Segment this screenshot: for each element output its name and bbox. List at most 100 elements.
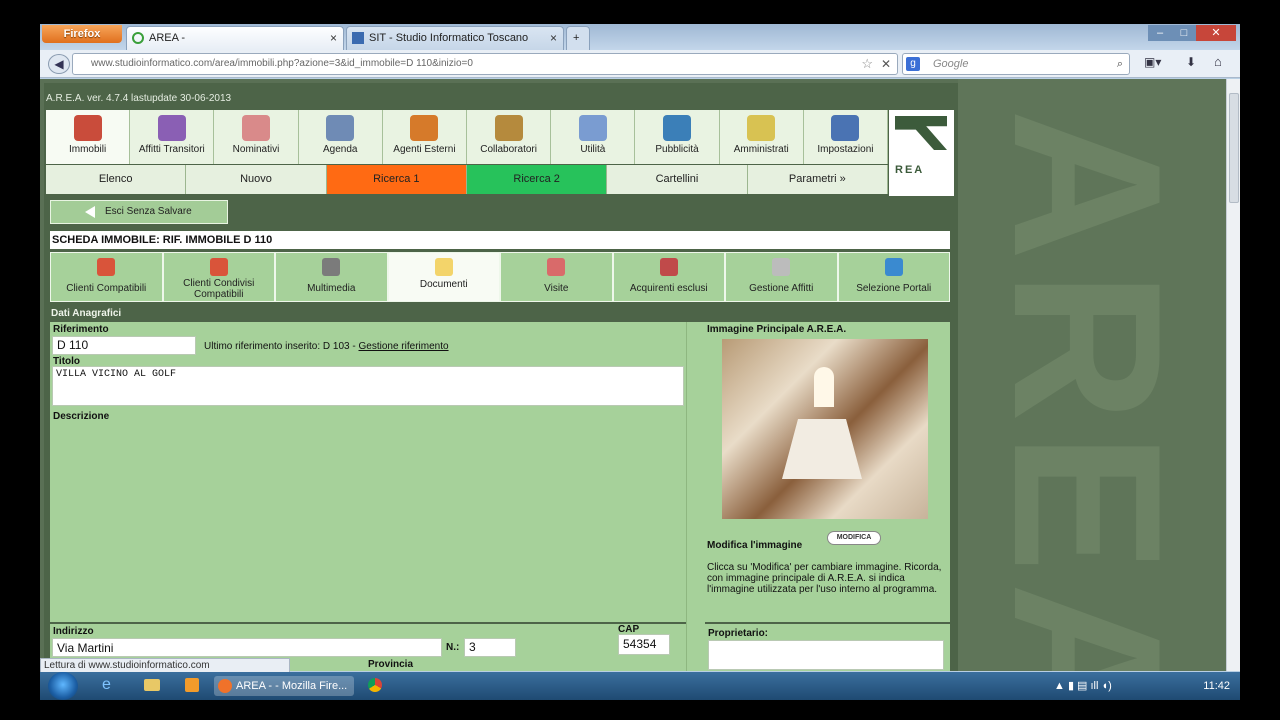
web-content: AREA A.R.E.A. ver. 4.7.4 lastupdate 30-0…	[40, 79, 1226, 671]
menu-utilit--icon	[578, 115, 607, 141]
firefox-menu-button[interactable]: Firefox	[42, 25, 122, 43]
loading-icon	[132, 32, 144, 44]
riferimento-label: Riferimento	[53, 324, 109, 335]
firefox-icon	[218, 679, 232, 693]
subnav-ricerca-2[interactable]: Ricerca 2	[466, 165, 608, 194]
menu-nominativi-icon	[242, 115, 270, 141]
sit-favicon-icon	[352, 32, 364, 44]
menu-item-agenti-esterni[interactable]: Agenti Esterni	[383, 110, 468, 164]
subnav-nuovo[interactable]: Nuovo	[186, 165, 327, 194]
search-icon[interactable]: ⌕	[1117, 54, 1123, 74]
home-icon[interactable]: ⌂	[1214, 54, 1222, 69]
menu-item-immobili[interactable]: Immobili	[46, 110, 131, 164]
menu-item-pubblicit-[interactable]: Pubblicità	[635, 110, 720, 164]
menu-item-utilit-[interactable]: Utilità	[551, 110, 636, 164]
bookmark-star-icon[interactable]: ☆	[861, 54, 873, 74]
minimize-icon[interactable]: –	[1148, 25, 1172, 41]
close-window-icon[interactable]: ✕	[1196, 25, 1236, 41]
tool-clienti-compatibili[interactable]: Clienti Compatibili	[50, 252, 163, 302]
close-tab-icon[interactable]: ×	[330, 27, 337, 49]
menu-item-label: Immobili	[68, 144, 107, 155]
menu-item-nominativi[interactable]: Nominativi	[214, 110, 299, 164]
menu-item-affitti-transitori[interactable]: Affitti Transitori	[130, 110, 215, 164]
maximize-icon[interactable]: □	[1172, 25, 1196, 41]
media-player-icon[interactable]	[185, 678, 199, 692]
tool-multimedia[interactable]: Multimedia	[275, 252, 388, 302]
tool-visite-icon	[547, 258, 566, 276]
tool-selezione-portali[interactable]: Selezione Portali	[837, 252, 950, 302]
main-menu: Immobili Affitti Transitori Nominativi Agen…	[46, 110, 889, 164]
download-icon[interactable]: ⬇	[1186, 55, 1196, 69]
riferimento-input[interactable]: D 110	[52, 336, 196, 355]
tab-bar: Firefox AREA - × SIT - Studio Informatic…	[40, 24, 1240, 50]
numero-input[interactable]: 3	[464, 638, 516, 657]
indirizzo-input[interactable]: Via Martini	[52, 638, 442, 657]
page-scrollbar[interactable]	[1226, 79, 1240, 671]
subnav-ricerca-1[interactable]: Ricerca 1	[326, 165, 467, 194]
tool-clienti-compatibili-icon	[97, 258, 116, 276]
tray-icons[interactable]: ▲ ▮ ▤ ıll ◖)	[1054, 672, 1112, 700]
status-bar: Lettura di www.studioinformatico.com	[40, 658, 290, 673]
url-text: www.studioinformatico.com/area/immobili.…	[91, 58, 473, 69]
browser-window: Firefox AREA - × SIT - Studio Informatic…	[40, 24, 1240, 700]
tool-acquirenti-esclusi[interactable]: Acquirenti esclusi	[612, 252, 725, 302]
tool-visite[interactable]: Visite	[500, 252, 613, 302]
form-area: Dati Anagrafici Riferimento D 110 Ultimo…	[50, 305, 950, 671]
menu-collaboratori-icon	[494, 115, 523, 141]
background-watermark: AREA	[958, 79, 1226, 671]
tool-documenti[interactable]: Documenti	[387, 252, 500, 302]
cap-input[interactable]: 54354	[618, 634, 670, 655]
new-tab-button[interactable]: +	[566, 26, 590, 50]
gestione-riferimento-link[interactable]: Gestione riferimento	[359, 341, 449, 352]
proprietario-input[interactable]	[708, 640, 944, 670]
panel-separator	[686, 322, 705, 671]
sub-navigation: Elenco Nuovo Ricerca 1 Ricerca 2 Cartellini P…	[46, 165, 888, 194]
tool-clienti-condivisi-compatibili[interactable]: Clienti Condivisi Compatibili	[162, 252, 275, 302]
bookmarks-icon[interactable]: ▣▾	[1144, 55, 1161, 69]
subnav-parametri[interactable]: Parametri »	[747, 165, 888, 194]
explorer-icon[interactable]	[144, 679, 160, 691]
scheda-title: SCHEDA IMMOBILE: RIF. IMMOBILE D 110	[50, 231, 950, 249]
back-icon[interactable]: ◀	[48, 54, 70, 74]
search-placeholder: Google	[933, 58, 969, 70]
subnav-cartellini[interactable]: Cartellini	[607, 165, 748, 194]
menu-item-agenda[interactable]: Agenda	[299, 110, 383, 164]
close-tab-icon[interactable]: ×	[550, 27, 557, 49]
taskbar-window-title: AREA - - Mozilla Fire...	[236, 680, 348, 692]
menu-item-amministrati[interactable]: Amministrati	[720, 110, 804, 164]
image-help-text: Clicca su 'Modifica' per cambiare immagi…	[707, 562, 942, 595]
ultimo-riferimento: Ultimo riferimento inserito: D 103 - Ges…	[204, 341, 449, 352]
descrizione-label: Descrizione	[53, 411, 110, 422]
image-title: Immagine Principale A.R.E.A.	[707, 324, 847, 335]
indirizzo-label: Indirizzo	[53, 626, 94, 637]
menu-item-label: Pubblicità	[655, 144, 699, 155]
provincia-label: Provincia	[368, 659, 414, 670]
window-controls: – □ ✕	[1148, 25, 1236, 43]
url-bar[interactable]: www.studioinformatico.com/area/immobili.…	[72, 53, 898, 75]
menu-agenda-icon	[326, 115, 355, 141]
ie-icon[interactable]: e	[102, 676, 111, 694]
stop-icon[interactable]: ✕	[881, 54, 891, 74]
start-button[interactable]	[48, 672, 78, 700]
tool-label: Acquirenti esclusi	[629, 283, 708, 294]
tool-acquirenti-esclusi-icon	[659, 258, 678, 276]
exit-button-label: Esci Senza Salvare	[105, 206, 192, 217]
subnav-elenco[interactable]: Elenco	[46, 165, 187, 194]
menu-item-collaboratori[interactable]: Collaboratori	[467, 110, 552, 164]
staircase-shape	[782, 419, 862, 479]
tab-sit[interactable]: SIT - Studio Informatico Toscano ×	[346, 26, 564, 50]
chrome-icon[interactable]	[368, 678, 382, 692]
tab-area[interactable]: AREA - ×	[126, 26, 344, 50]
tool-selezione-portali-icon	[884, 258, 903, 276]
menu-pubblicit--icon	[663, 115, 692, 141]
titolo-textarea[interactable]: VILLA VICINO AL GOLF	[52, 366, 684, 406]
scheda-toolbar: Clienti Compatibili Clienti Condivisi Com…	[50, 252, 950, 302]
modifica-button[interactable]: MODIFICA	[827, 531, 881, 545]
tool-label: Clienti Condivisi Compatibili	[183, 278, 255, 300]
exit-without-saving-button[interactable]: Esci Senza Salvare	[50, 200, 228, 224]
scrollbar-thumb[interactable]	[1229, 93, 1239, 203]
tool-gestione-affitti[interactable]: Gestione Affitti	[725, 252, 838, 302]
search-bar[interactable]: g Google ⌕	[902, 53, 1130, 75]
menu-item-impostazioni[interactable]: Impostazioni	[804, 110, 889, 164]
taskbar-firefox-window[interactable]: AREA - - Mozilla Fire...	[214, 676, 354, 696]
